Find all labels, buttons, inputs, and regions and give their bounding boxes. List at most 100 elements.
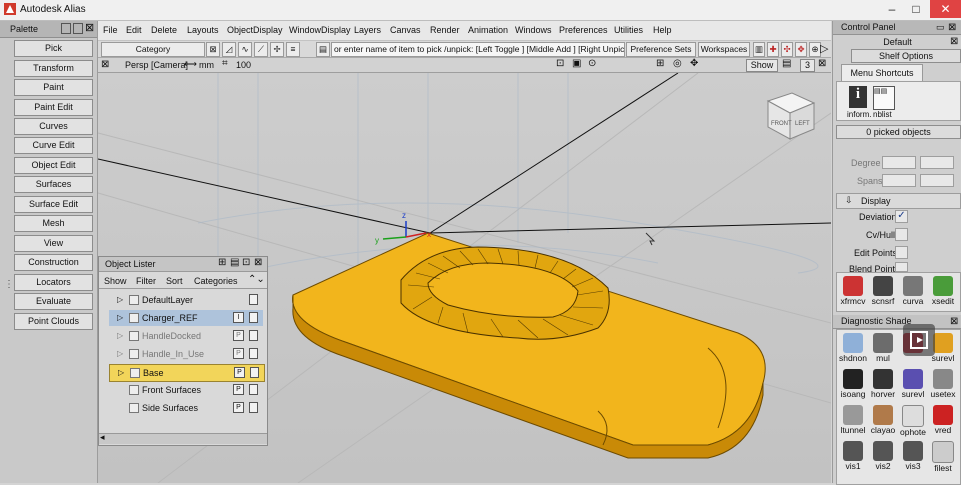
nblist-icon[interactable]: ▤▤ [873,86,895,110]
menu-delete[interactable]: Delete [151,25,177,35]
visibility-checkbox[interactable] [129,295,139,305]
scnsrf-tool[interactable]: scnsrf [868,276,898,306]
shelf-delete-icon[interactable]: ⊠ [950,36,958,47]
palette-close-icon[interactable]: ⊠ [85,21,94,34]
layer-state-tag[interactable]: P [234,367,245,378]
visibility-checkbox[interactable] [129,403,139,413]
palette-point-clouds[interactable]: Point Clouds [14,313,93,330]
lister-row-charger-ref[interactable]: ▷ Charger_REF I [109,310,263,326]
spans-field-2[interactable] [920,174,954,187]
shelf-icon-1[interactable]: ▥ [753,42,765,57]
diagnostic-close-icon[interactable]: ⊠ [950,315,958,328]
filest-tool[interactable]: filest [928,441,958,473]
vis3-tool[interactable]: vis3 [898,441,928,471]
pick-all-icon[interactable]: ⊠ [206,42,220,57]
layer-state-tag[interactable]: P [233,330,244,341]
menu-canvas[interactable]: Canvas [390,25,421,35]
curva-tool[interactable]: curva [898,276,928,306]
xfrmcv-tool[interactable]: xfrmcv [838,276,868,306]
menu-help[interactable]: Help [653,25,672,35]
menu-file[interactable]: File [103,25,118,35]
expand-arrow-icon[interactable]: ▷ [117,349,123,358]
menu-shortcuts-tab[interactable]: Menu Shortcuts [841,64,923,82]
shelf-icon-2[interactable]: ✚ [767,42,779,57]
expand-arrow-icon[interactable]: ▷ [117,313,123,322]
viewport-move-icon[interactable]: ✥ [690,58,698,69]
degree-field-2[interactable] [920,156,954,169]
viewport-zoom-icon[interactable]: ⊙ [588,58,596,69]
show-button[interactable]: Show [746,59,778,72]
vis1-tool[interactable]: vis1 [838,441,868,471]
layer-options-icon[interactable] [249,348,258,359]
visibility-checkbox[interactable] [129,349,139,359]
lister-menu-filter[interactable]: Filter [136,276,156,286]
menu-render[interactable]: Render [430,25,460,35]
menu-objectdisplay[interactable]: ObjectDisplay [227,25,283,35]
visibility-checkbox[interactable] [129,385,139,395]
palette-menu-icon[interactable] [61,23,71,34]
menu-windows[interactable]: Windows [515,25,552,35]
minimize-button[interactable]: – [880,0,904,18]
shelf-options-dropdown[interactable]: Shelf Options [851,49,961,63]
palette-curves[interactable]: Curves [14,118,93,135]
lister-scrollbar[interactable]: ◂ [99,432,267,444]
visibility-checkbox[interactable] [130,368,140,378]
ophote-tool[interactable]: ophote [898,405,928,437]
visibility-checkbox[interactable] [129,331,139,341]
lister-close-icon[interactable]: ⊠ [254,257,262,268]
lister-menu-icon[interactable]: ▤ [230,257,239,268]
chevron-right-icon[interactable]: ▷ [820,42,828,55]
preference-sets-button[interactable]: Preference Sets [626,42,696,57]
expand-arrow-icon[interactable]: ▷ [117,295,123,304]
degree-field-1[interactable] [882,156,916,169]
pick-point-icon[interactable]: ✢ [270,42,284,57]
viewport-tool-icon-3[interactable]: ⊞ [656,58,664,69]
mul-tool[interactable]: mul [868,333,898,363]
default-shelf-label[interactable]: Default [833,37,961,47]
shdnon-tool[interactable]: shdnon [838,333,868,363]
horver-tool[interactable]: horver [868,369,898,399]
diagnostic-shade-header[interactable]: Diagnostic Shade ⊠ [833,315,961,329]
inform-icon[interactable]: i [849,86,867,108]
palette-construction[interactable]: Construction [14,254,93,271]
lister-dock-icon[interactable]: ⊡ [242,257,250,268]
pick-curve-icon[interactable]: ∿ [238,42,252,57]
control-panel-dock-icon[interactable]: ▭ [936,21,945,34]
menu-layouts[interactable]: Layouts [187,25,219,35]
viewport-maximize-icon[interactable]: ⊠ [818,58,826,69]
layer-number[interactable]: 3 [800,59,815,72]
lister-resize-icon[interactable]: ⊞ [218,257,226,268]
lister-row-front-surfaces[interactable]: Front Surfaces P [109,382,263,398]
viewport-layer-icon[interactable]: ▤ [782,58,791,69]
prompt-line[interactable]: or enter name of item to pick /unpick: [… [331,42,625,57]
surevl2-tool[interactable]: surevl [898,369,928,399]
palette-curve-edit[interactable]: Curve Edit [14,137,93,154]
palette-dock-icon[interactable] [73,23,83,34]
lister-row-handle-in-use[interactable]: ▷ Handle_In_Use P [109,346,263,362]
workspaces-button[interactable]: Workspaces [698,42,750,57]
control-panel-close-icon[interactable]: ⊠ [948,21,956,34]
usetex-tool[interactable]: usetex [928,369,958,399]
category-dropdown[interactable]: Category [101,42,205,57]
close-button[interactable]: ✕ [930,0,961,18]
layer-options-icon[interactable] [250,367,259,378]
layer-options-icon[interactable] [249,294,258,305]
palette-transform[interactable]: Transform [14,60,93,77]
menu-edit[interactable]: Edit [126,25,142,35]
layer-options-icon[interactable] [249,384,258,395]
palette-mesh[interactable]: Mesh [14,215,93,232]
layer-state-tag[interactable]: P [233,402,244,413]
lister-row-side-surfaces[interactable]: Side Surfaces P [109,400,263,416]
menu-animation[interactable]: Animation [468,25,508,35]
layer-state-tag[interactable]: P [233,384,244,395]
viewport-close-icon[interactable]: ⊠ [101,59,109,70]
shelf-icon-4[interactable]: ✥ [795,42,807,57]
palette-object-edit[interactable]: Object Edit [14,157,93,174]
menu-layers[interactable]: Layers [354,25,381,35]
lister-row-defaultlayer[interactable]: ▷ DefaultLayer [109,292,263,308]
video-player-overlay-icon[interactable] [903,324,935,356]
expand-arrow-icon[interactable]: ▷ [118,368,124,377]
viewport-tool-icon-2[interactable]: ▣ [572,58,581,69]
lister-expand-icon[interactable]: ⌃⌄ [248,274,265,285]
isoang-tool[interactable]: isoang [838,369,868,399]
